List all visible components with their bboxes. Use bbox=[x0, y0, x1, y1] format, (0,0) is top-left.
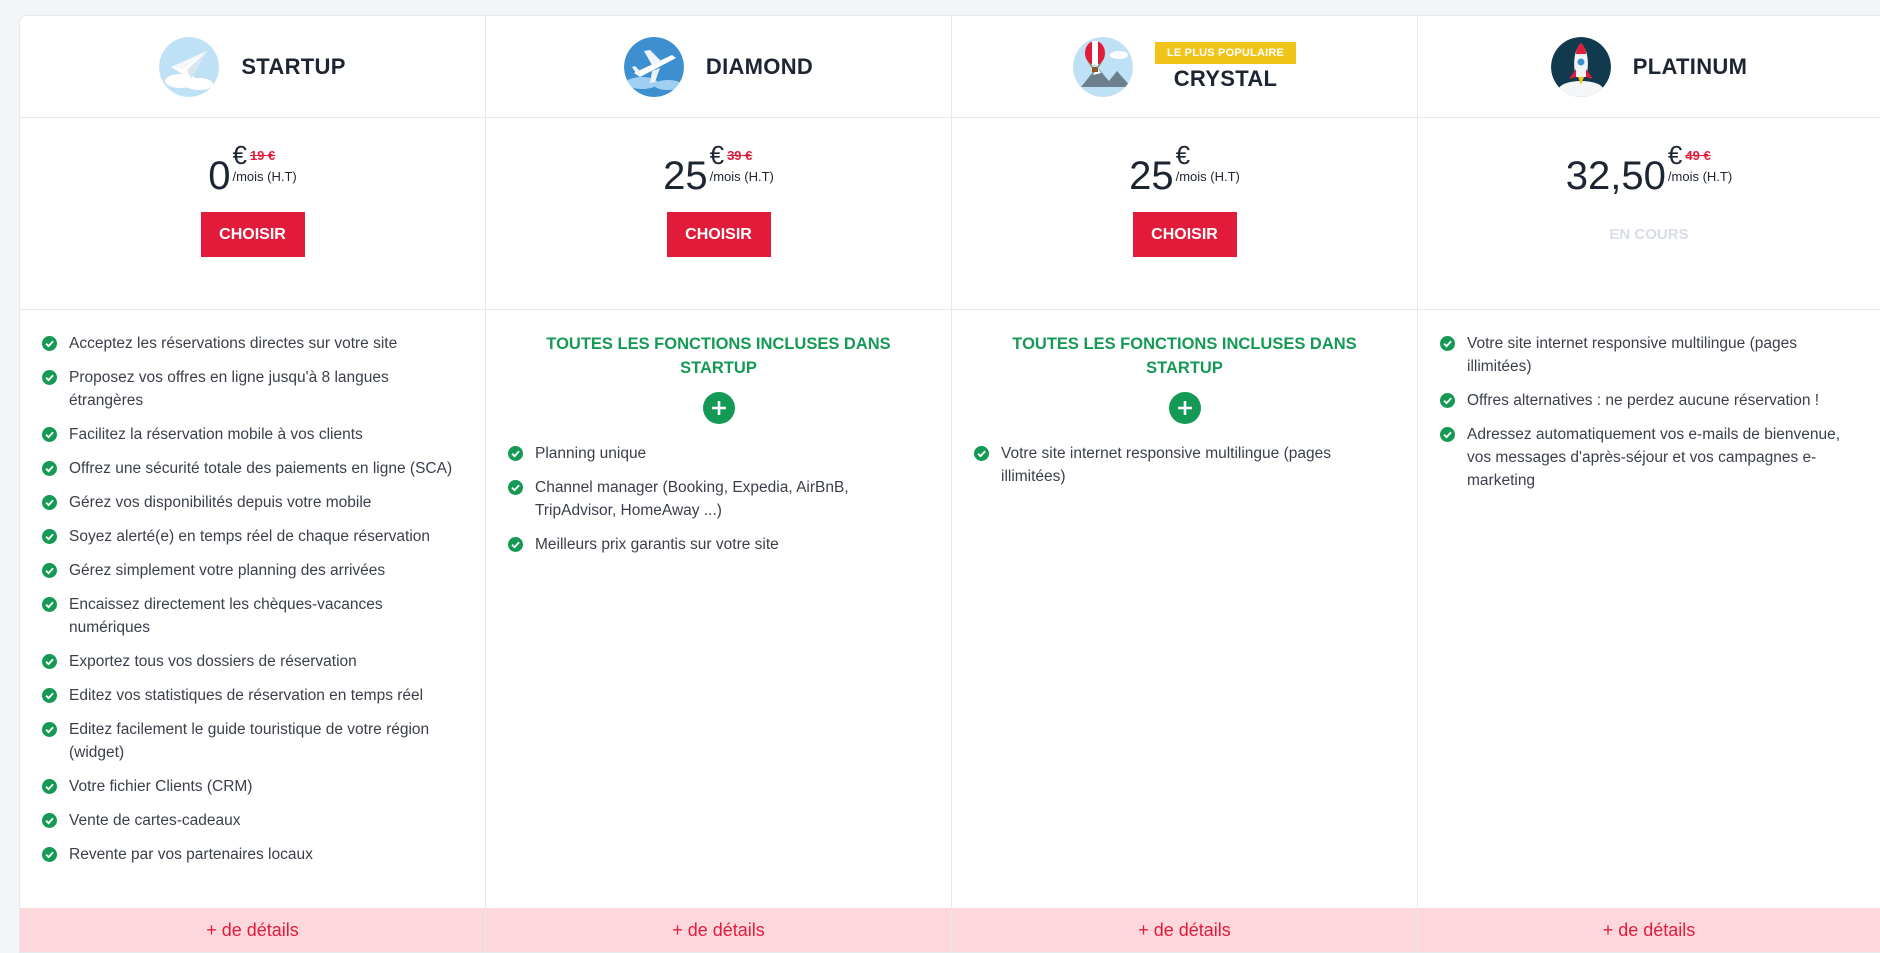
included-features-title: TOUTES LES FONCTIONS INCLUSES DANS START… bbox=[546, 335, 891, 377]
feature-item: Proposez vos offres en ligne jusqu'à 8 l… bbox=[42, 366, 463, 412]
check-circle-icon bbox=[1440, 427, 1455, 442]
price-area: 25 € /mois (H.T) CHOISIR bbox=[952, 118, 1417, 310]
feature-item: Gérez simplement votre planning des arri… bbox=[42, 559, 463, 582]
price-period: /mois (H.T) bbox=[1667, 169, 1733, 184]
price: 32,50 € 49 € /mois (H.T) bbox=[1566, 142, 1732, 198]
price: 25 € /mois (H.T) bbox=[1129, 142, 1240, 198]
details-link-crystal[interactable]: + de détails bbox=[952, 908, 1417, 952]
price-period: /mois (H.T) bbox=[232, 169, 297, 184]
old-price: 49 € bbox=[1685, 147, 1711, 163]
rocket-icon bbox=[1550, 36, 1611, 97]
feature-item: Acceptez les réservations directes sur v… bbox=[42, 332, 463, 355]
popular-badge: LE PLUS POPULAIRE bbox=[1154, 41, 1297, 64]
plus-circle-icon bbox=[702, 392, 735, 424]
check-circle-icon bbox=[42, 688, 57, 703]
paper-plane-icon bbox=[159, 36, 220, 97]
feature-list: Votre site internet responsive multiling… bbox=[1418, 310, 1880, 908]
feature-item: Gérez vos disponibilités depuis votre mo… bbox=[42, 491, 463, 514]
price-area: 32,50 € 49 € /mois (H.T) EN COURS bbox=[1418, 118, 1880, 310]
plan-column-startup: STARTUP 0 € 19 € /mois (H.T) CHOISIR Acc… bbox=[20, 16, 486, 952]
price-amount: 25 bbox=[663, 154, 708, 198]
check-circle-icon bbox=[42, 370, 57, 385]
plus-circle-icon bbox=[1168, 392, 1201, 424]
currency: € bbox=[1175, 140, 1191, 170]
currency: € bbox=[1667, 140, 1683, 170]
included-features-title: TOUTES LES FONCTIONS INCLUSES DANS START… bbox=[1012, 335, 1357, 377]
details-link-startup[interactable]: + de détails bbox=[20, 908, 485, 952]
feature-list: Acceptez les réservations directes sur v… bbox=[20, 310, 485, 908]
feature-item: Votre site internet responsive multiling… bbox=[1440, 332, 1858, 378]
plan-header: DIAMOND bbox=[486, 16, 951, 118]
airplane-icon bbox=[623, 36, 684, 97]
plan-header: PLATINUM bbox=[1418, 16, 1880, 118]
plan-name: PLATINUM bbox=[1632, 53, 1748, 79]
check-circle-icon bbox=[1440, 336, 1455, 351]
price-period: /mois (H.T) bbox=[709, 169, 774, 184]
feature-item: Offres alternatives : ne perdez aucune r… bbox=[1440, 389, 1858, 412]
old-price: 19 € bbox=[249, 147, 276, 163]
check-circle-icon bbox=[42, 779, 57, 794]
price-period: /mois (H.T) bbox=[1175, 169, 1240, 184]
currency: € bbox=[709, 140, 725, 170]
price: 25 € 39 € /mois (H.T) bbox=[663, 142, 774, 198]
old-price: 39 € bbox=[727, 147, 753, 163]
feature-item: Votre site internet responsive multiling… bbox=[974, 442, 1395, 488]
feature-item: Soyez alerté(e) en temps réel de chaque … bbox=[42, 525, 463, 548]
details-link-diamond[interactable]: + de détails bbox=[486, 908, 951, 952]
check-circle-icon bbox=[42, 336, 57, 351]
feature-item: Planning unique bbox=[508, 442, 929, 465]
feature-item: Editez facilement le guide touristique d… bbox=[42, 718, 463, 764]
check-circle-icon bbox=[42, 597, 57, 612]
plan-header: LE PLUS POPULAIRE CRYSTAL bbox=[952, 16, 1417, 118]
choose-crystal-button[interactable]: CHOISIR bbox=[1132, 212, 1237, 257]
check-circle-icon bbox=[42, 847, 57, 862]
feature-list: TOUTES LES FONCTIONS INCLUSES DANS START… bbox=[486, 310, 951, 908]
check-circle-icon bbox=[42, 461, 57, 476]
details-link-platinum[interactable]: + de détails bbox=[1418, 908, 1880, 952]
choose-diamond-button[interactable]: CHOISIR bbox=[666, 212, 771, 257]
feature-item: Meilleurs prix garantis sur votre site bbox=[508, 533, 929, 556]
feature-item: Vente de cartes-cadeaux bbox=[42, 809, 463, 832]
feature-item: Adressez automatiquement vos e-mails de … bbox=[1440, 423, 1858, 492]
check-circle-icon bbox=[42, 722, 57, 737]
check-circle-icon bbox=[42, 813, 57, 828]
price-area: 25 € 39 € /mois (H.T) CHOISIR bbox=[486, 118, 951, 310]
price: 0 € 19 € /mois (H.T) bbox=[208, 142, 297, 198]
check-circle-icon bbox=[42, 427, 57, 442]
price-amount: 25 bbox=[1129, 154, 1174, 198]
current-plan-status: EN COURS bbox=[1609, 226, 1689, 243]
feature-item: Exportez tous vos dossiers de réservatio… bbox=[42, 650, 463, 673]
feature-item: Editez vos statistiques de réservation e… bbox=[42, 684, 463, 707]
plan-header: STARTUP bbox=[20, 16, 485, 118]
check-circle-icon bbox=[42, 529, 57, 544]
check-circle-icon bbox=[42, 495, 57, 510]
choose-startup-button[interactable]: CHOISIR bbox=[200, 212, 305, 257]
check-circle-icon bbox=[42, 654, 57, 669]
plan-column-platinum: PLATINUM 32,50 € 49 € /mois (H.T) EN COU… bbox=[1418, 16, 1880, 952]
feature-item: Channel manager (Booking, Expedia, AirBn… bbox=[508, 476, 929, 522]
check-circle-icon bbox=[508, 446, 523, 461]
check-circle-icon bbox=[508, 537, 523, 552]
pricing-table: STARTUP 0 € 19 € /mois (H.T) CHOISIR Acc… bbox=[19, 15, 1880, 953]
plan-column-diamond: DIAMOND 25 € 39 € /mois (H.T) CHOISIR TO… bbox=[486, 16, 952, 952]
plan-column-crystal: LE PLUS POPULAIRE CRYSTAL 25 € /mois (H.… bbox=[952, 16, 1418, 952]
check-circle-icon bbox=[974, 446, 989, 461]
feature-item: Encaissez directement les chèques-vacanc… bbox=[42, 593, 463, 639]
plan-name: CRYSTAL bbox=[1173, 65, 1278, 91]
check-circle-icon bbox=[1440, 393, 1455, 408]
feature-item: Facilitez la réservation mobile à vos cl… bbox=[42, 423, 463, 446]
price-amount: 32,50 bbox=[1565, 154, 1666, 198]
check-circle-icon bbox=[42, 563, 57, 578]
feature-item: Revente par vos partenaires locaux bbox=[42, 843, 463, 866]
price-amount: 0 bbox=[208, 154, 231, 198]
plan-name: STARTUP bbox=[241, 53, 346, 79]
currency: € bbox=[232, 140, 247, 170]
check-circle-icon bbox=[508, 480, 523, 495]
feature-item: Offrez une sécurité totale des paiements… bbox=[42, 457, 463, 480]
hot-air-balloon-icon bbox=[1072, 36, 1133, 97]
price-area: 0 € 19 € /mois (H.T) CHOISIR bbox=[20, 118, 485, 310]
feature-list: TOUTES LES FONCTIONS INCLUSES DANS START… bbox=[952, 310, 1417, 908]
plan-name: DIAMOND bbox=[705, 53, 814, 79]
feature-item: Votre fichier Clients (CRM) bbox=[42, 775, 463, 798]
